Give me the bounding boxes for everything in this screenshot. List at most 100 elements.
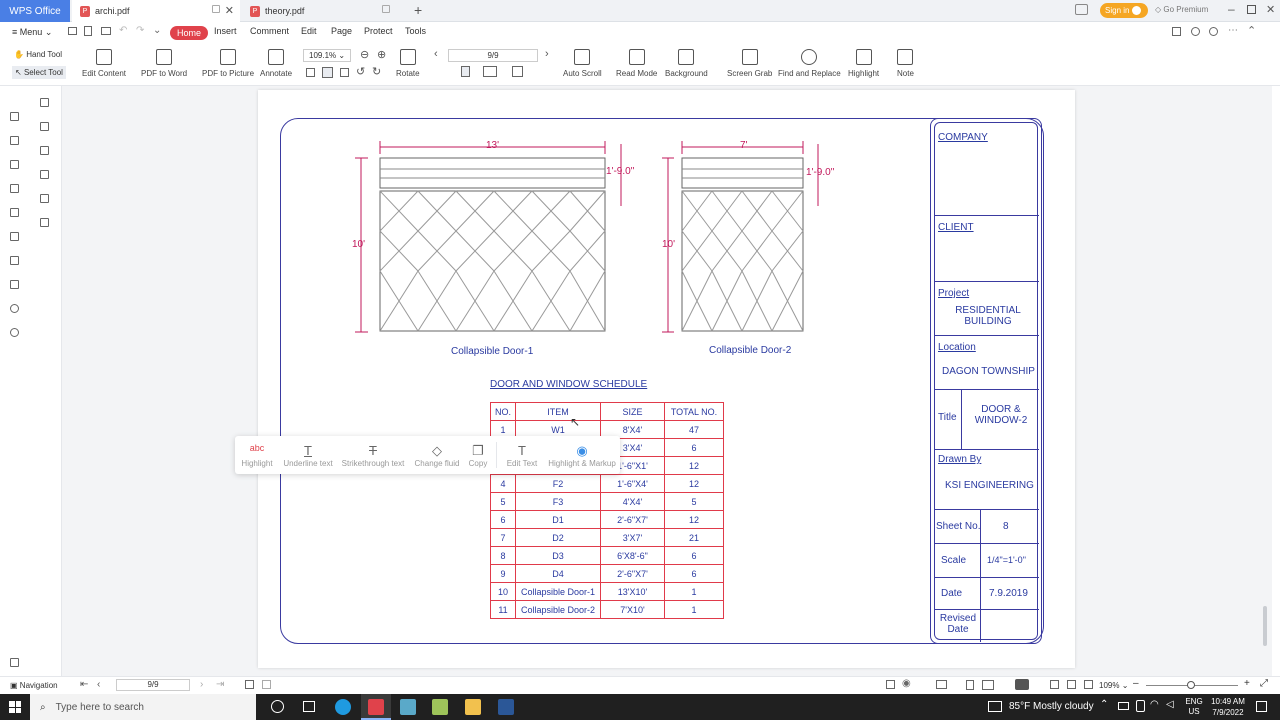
page-input[interactable]: 9/9	[448, 49, 538, 62]
page-view-icon[interactable]	[966, 680, 974, 690]
tab-theory-pdf[interactable]: P theory.pdf	[242, 0, 410, 22]
task-view-icon[interactable]	[303, 701, 315, 712]
fullscreen-expand-icon[interactable]: ⤢	[1260, 678, 1268, 689]
menu-insert[interactable]: Insert	[214, 26, 237, 36]
cloud-icon[interactable]	[1191, 27, 1200, 36]
list-icon[interactable]	[10, 232, 19, 241]
fit-page-icon[interactable]	[1067, 680, 1076, 689]
play-icon[interactable]	[1015, 679, 1029, 690]
zoom-select[interactable]: 109.1% ⌄	[303, 49, 351, 62]
notification-icon[interactable]	[1256, 701, 1267, 712]
read-mode-button[interactable]: Read Mode	[616, 44, 657, 86]
change-fluid-button[interactable]: ◇ Change fluid	[413, 436, 461, 474]
network-icon[interactable]	[1118, 702, 1129, 710]
zoom-out-icon[interactable]: ⊖	[360, 48, 369, 61]
language-indicator[interactable]: ENG US	[1183, 697, 1205, 717]
more-icon[interactable]: ⋯	[1228, 25, 1238, 36]
wps-office-tab[interactable]: WPS Office	[0, 0, 70, 22]
hand-tool-button[interactable]: ✋ Hand Tool	[14, 50, 62, 59]
new-tab-icon[interactable]: +	[414, 2, 422, 18]
attachment-icon[interactable]	[40, 170, 49, 179]
go-premium-button[interactable]: ◇ Go Premium	[1155, 5, 1208, 14]
annotate-button[interactable]: Annotate	[260, 44, 292, 86]
previous-page-icon[interactable]: ‹	[434, 48, 438, 60]
fit-width-icon[interactable]	[1084, 680, 1093, 689]
fit-icon[interactable]	[245, 680, 254, 689]
background-button[interactable]: Background	[665, 44, 708, 86]
layers-icon[interactable]	[10, 280, 19, 289]
minimize-icon[interactable]: –	[1228, 2, 1235, 16]
comment-icon[interactable]	[40, 146, 49, 155]
zoom-out-icon[interactable]: –	[1133, 678, 1139, 689]
status-page-input[interactable]: 9/9	[116, 679, 190, 691]
menu-edit[interactable]: Edit	[301, 26, 317, 36]
share-icon[interactable]	[1172, 27, 1181, 36]
form-icon[interactable]	[10, 184, 19, 193]
window-icon[interactable]	[212, 5, 220, 13]
help-icon[interactable]	[10, 328, 19, 337]
underline-text-button[interactable]: T Underline text	[282, 436, 334, 474]
window-icon[interactable]	[382, 5, 390, 13]
actual-size-icon[interactable]	[1050, 680, 1059, 689]
highlight-markup-button[interactable]: ◉ Highlight & Markup	[545, 436, 619, 474]
last-page-icon[interactable]: ⇥	[216, 679, 224, 690]
select-tool-button[interactable]: ↖ Select Tool	[12, 66, 66, 79]
close-window-icon[interactable]: ✕	[1266, 3, 1275, 16]
first-page-icon[interactable]: ⇤	[80, 679, 88, 690]
wifi-icon[interactable]: ◠	[1150, 699, 1159, 710]
menu-home[interactable]: Home	[170, 26, 209, 40]
next-page-icon[interactable]: ›	[545, 48, 549, 60]
screen-grab-button[interactable]: Screen Grab	[727, 44, 772, 86]
menu-comment[interactable]: Comment	[250, 26, 289, 36]
navigation-button[interactable]: ▣ Navigation	[10, 681, 58, 690]
customize-icon[interactable]: ⌄	[153, 25, 161, 36]
print-icon[interactable]	[101, 27, 111, 35]
cortana-icon[interactable]	[271, 700, 284, 713]
actual-size-icon[interactable]	[306, 68, 315, 77]
edit-content-button[interactable]: Edit Content	[82, 44, 126, 86]
compare-icon[interactable]	[40, 218, 49, 227]
export-icon[interactable]	[886, 680, 895, 689]
close-icon[interactable]: ✕	[225, 4, 234, 17]
pdf-to-picture-button[interactable]: PDF to Picture	[202, 44, 254, 86]
auto-scroll-button[interactable]: Auto Scroll	[563, 44, 602, 86]
pdf-to-word-button[interactable]: PDF to Word	[141, 44, 187, 86]
zoom-in-icon[interactable]: +	[1244, 678, 1250, 689]
open-folder-icon[interactable]	[68, 27, 77, 35]
file-explorer-icon[interactable]	[465, 699, 481, 715]
maximize-icon[interactable]	[1247, 5, 1256, 14]
edge-icon[interactable]	[335, 699, 351, 715]
sign-in-button[interactable]: Sign in	[1100, 3, 1148, 18]
clock[interactable]: 10:49 AM 7/9/2022	[1208, 696, 1248, 718]
undo-icon[interactable]: ↶	[119, 25, 127, 36]
note-button[interactable]: Note	[897, 44, 914, 86]
menu-button[interactable]: ≡ Menu ⌄	[12, 27, 52, 38]
strikethrough-text-button[interactable]: T Strikethrough text	[341, 436, 405, 474]
volume-icon[interactable]: ◁	[1166, 699, 1174, 710]
eye-protection-icon[interactable]: ◉	[902, 678, 911, 689]
fullscreen-icon[interactable]	[262, 680, 271, 689]
menu-protect[interactable]: Protect	[364, 26, 393, 36]
restore-layout-icon[interactable]	[1075, 4, 1088, 15]
redo-icon[interactable]: ↷	[136, 25, 144, 36]
sign-icon[interactable]	[10, 208, 19, 217]
print-icon[interactable]	[10, 256, 19, 265]
settings-icon[interactable]	[1209, 27, 1218, 36]
wps-taskbar-button[interactable]	[361, 694, 391, 720]
rotate-left-icon[interactable]: ↺	[356, 65, 365, 78]
next-page-icon[interactable]: ›	[200, 679, 203, 690]
continuous-icon[interactable]	[512, 66, 523, 77]
thumbnail-icon[interactable]	[40, 122, 49, 131]
weather-text[interactable]: 85°F Mostly cloudy	[1009, 701, 1094, 712]
highlight-text-button[interactable]: abc Highlight	[241, 436, 273, 474]
stamp-icon[interactable]	[40, 194, 49, 203]
app-icon[interactable]	[432, 699, 448, 715]
grid-icon[interactable]	[10, 658, 19, 667]
battery-icon[interactable]	[1136, 700, 1145, 712]
fit-page-icon[interactable]	[322, 67, 333, 78]
chevron-up-icon[interactable]: ⌃	[1100, 699, 1108, 710]
previous-page-icon[interactable]: ‹	[97, 679, 100, 690]
rotate-right-icon[interactable]: ↻	[372, 65, 381, 78]
document-icon[interactable]	[10, 160, 19, 169]
bookmark-icon[interactable]	[40, 98, 49, 107]
